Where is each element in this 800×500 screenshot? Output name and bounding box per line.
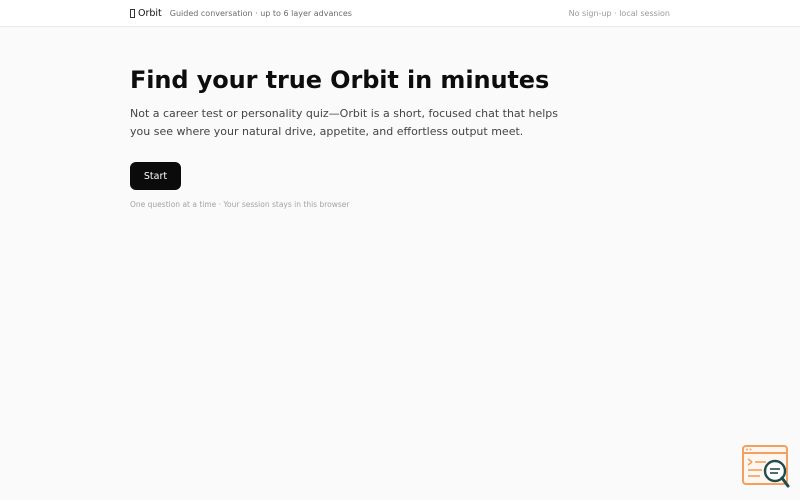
hero-footnote: One question at a time · Your session st… <box>130 200 350 209</box>
glyph-box-icon <box>130 9 135 18</box>
hero-description: Not a career test or personality quiz—Or… <box>130 107 558 138</box>
search-window-icon <box>742 445 790 488</box>
top-bar: Orbit Guided conversation · up to 6 laye… <box>0 0 800 27</box>
top-bar-inner: Orbit Guided conversation · up to 6 laye… <box>130 0 670 27</box>
page-title: Find your true Orbit in minutes <box>130 66 550 94</box>
brand-tagline: Guided conversation · up to 6 layer adva… <box>169 9 352 18</box>
hero: Find your true Orbit in minutes Not a ca… <box>130 64 570 209</box>
start-button[interactable]: Start <box>130 162 181 190</box>
brand-name[interactable]: Orbit <box>138 8 162 19</box>
session-status: No sign-up · local session <box>568 9 670 18</box>
brand[interactable]: Orbit Guided conversation · up to 6 laye… <box>130 8 352 19</box>
search-window-widget[interactable] <box>742 445 790 491</box>
